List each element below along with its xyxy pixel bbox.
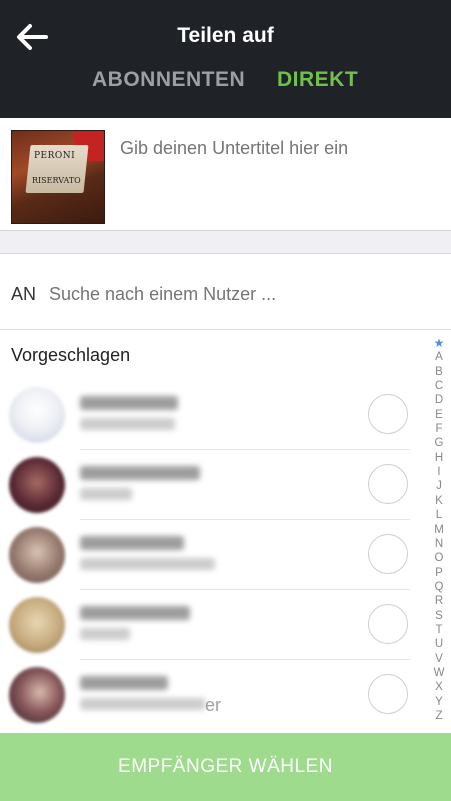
recipient-label: AN	[11, 284, 37, 304]
index-letter[interactable]: U	[431, 637, 447, 651]
index-letter[interactable]: Z	[431, 709, 447, 723]
blurred-username	[80, 606, 190, 620]
index-letter[interactable]: F	[431, 422, 447, 436]
index-letter[interactable]: W	[431, 666, 447, 680]
index-letter[interactable]: C	[431, 379, 447, 393]
compose-area: PERONI RISERVATO	[0, 118, 451, 230]
blurred-subtitle	[80, 558, 215, 570]
avatar	[9, 457, 65, 513]
index-letter[interactable]: S	[431, 609, 447, 623]
blurred-username	[80, 536, 184, 550]
index-letter[interactable]: D	[431, 393, 447, 407]
index-letter[interactable]: T	[431, 623, 447, 637]
index-letter[interactable]: Q	[431, 580, 447, 594]
select-circle[interactable]	[368, 674, 408, 714]
index-letter[interactable]: A	[431, 350, 447, 364]
avatar	[9, 597, 65, 653]
index-letter[interactable]: B	[431, 365, 447, 379]
blurred-subtitle	[80, 628, 130, 640]
blurred-username	[80, 466, 200, 480]
caption-input[interactable]	[120, 138, 440, 159]
index-letter[interactable]: J	[431, 479, 447, 493]
choose-recipients-button[interactable]: EMPFÄNGER WÄHLEN	[0, 733, 451, 801]
index-letter[interactable]: M	[431, 523, 447, 537]
section-separator	[0, 230, 451, 254]
list-item[interactable]: er	[0, 660, 420, 730]
index-letter[interactable]: K	[431, 494, 447, 508]
subtitle-visible-end: er	[205, 695, 222, 715]
index-letter[interactable]: R	[431, 594, 447, 608]
avatar	[9, 667, 65, 723]
list-item[interactable]	[0, 590, 420, 660]
index-letter[interactable]: P	[431, 566, 447, 580]
tab-abonnenten[interactable]: ABONNENTEN	[92, 68, 245, 92]
index-letter[interactable]: H	[431, 451, 447, 465]
blurred-subtitle	[80, 698, 205, 710]
index-letters: ABCDEFGHIJKLMNOPQRSTUVWXYZ	[431, 350, 447, 723]
index-letter[interactable]: G	[431, 436, 447, 450]
list-item[interactable]	[0, 520, 420, 590]
list-item[interactable]	[0, 380, 420, 450]
index-letter[interactable]: V	[431, 652, 447, 666]
page-title: Teilen auf	[177, 24, 274, 47]
index-letter[interactable]: O	[431, 551, 447, 565]
star-icon[interactable]: ★	[431, 336, 447, 350]
thumbnail-sign-line2: RISERVATO	[32, 176, 81, 185]
list-item[interactable]	[0, 450, 420, 520]
index-letter[interactable]: N	[431, 537, 447, 551]
blurred-subtitle	[80, 418, 175, 430]
tab-direkt[interactable]: DIREKT	[277, 68, 358, 92]
index-letter[interactable]: Y	[431, 695, 447, 709]
avatar	[9, 527, 65, 583]
index-letter[interactable]: X	[431, 680, 447, 694]
recipient-row: AN	[0, 254, 451, 330]
select-circle[interactable]	[368, 534, 408, 574]
index-letter[interactable]: I	[431, 465, 447, 479]
blurred-subtitle	[80, 488, 132, 500]
select-circle[interactable]	[368, 604, 408, 644]
thumbnail-sign-line1: PERONI	[34, 151, 76, 161]
user-search-input[interactable]	[49, 284, 429, 305]
share-tabs: ABONNENTEN DIREKT	[0, 68, 451, 100]
select-circle[interactable]	[368, 394, 408, 434]
index-letter[interactable]: E	[431, 408, 447, 422]
index-letter[interactable]: L	[431, 508, 447, 522]
top-bar: Teilen auf ABONNENTEN DIREKT	[0, 0, 451, 118]
avatar	[9, 387, 65, 443]
blurred-username	[80, 676, 168, 690]
select-circle[interactable]	[368, 464, 408, 504]
suggested-title: Vorgeschlagen	[11, 345, 131, 365]
blurred-username	[80, 396, 178, 410]
alphabet-index[interactable]: ★ ABCDEFGHIJKLMNOPQRSTUVWXYZ	[431, 336, 447, 723]
post-thumbnail: PERONI RISERVATO	[11, 130, 105, 224]
